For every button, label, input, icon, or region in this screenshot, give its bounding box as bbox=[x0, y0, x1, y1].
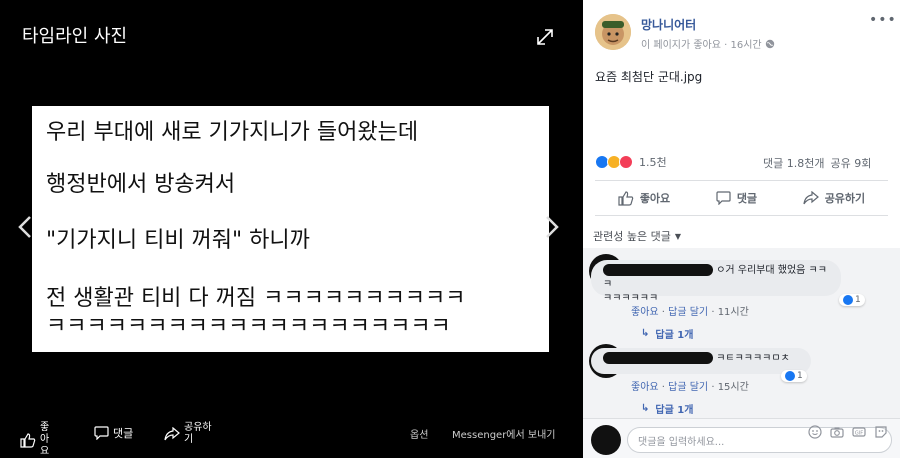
more-options-icon[interactable]: ••• bbox=[869, 12, 897, 28]
comment-icon bbox=[716, 191, 731, 205]
comment-reaction-count: 1 bbox=[855, 295, 861, 305]
chevron-right-icon[interactable] bbox=[545, 215, 559, 239]
replies-count: 답글 1개 bbox=[655, 330, 694, 341]
reaction-summary[interactable]: 1.5천 bbox=[595, 154, 667, 170]
page-avatar[interactable] bbox=[595, 14, 631, 50]
expand-icon[interactable] bbox=[535, 27, 555, 47]
reaction-count: 1.5천 bbox=[639, 156, 667, 169]
comment-button[interactable]: 댓글 bbox=[716, 190, 757, 206]
comment-text: ㅋㅌㅋㅋㅋㅋㅁㅊ bbox=[716, 353, 790, 364]
engagement-counts: 댓글 1.8천개 공유 9회 bbox=[763, 155, 871, 171]
reply-arrow-icon: ↳ bbox=[641, 403, 650, 414]
comment-count-link[interactable]: 댓글 1.8천개 bbox=[763, 155, 824, 171]
photo-text-line: "기가지니 티비 꺼줘" 하니까 bbox=[46, 228, 310, 253]
photo-text-line: ㅋㅋㅋㅋㅋㅋㅋㅋㅋㅋㅋㅋㅋㅋㅋㅋㅋㅋㅋㅋ bbox=[46, 314, 451, 339]
comment-bubble: ㅋㅌㅋㅋㅋㅋㅁㅊ bbox=[591, 348, 811, 374]
caret-down-icon: ▼ bbox=[674, 231, 681, 241]
comment-input-tools: GIF bbox=[808, 425, 888, 439]
comment-reaction-count: 1 bbox=[797, 371, 803, 381]
options-link[interactable]: 옵션 bbox=[410, 426, 428, 441]
page-name-link[interactable]: 망나니어터 bbox=[641, 16, 696, 33]
redacted-name bbox=[603, 352, 713, 364]
comment-reply-link[interactable]: 답글 달기 bbox=[668, 307, 708, 318]
viewer-share-button[interactable]: 공유하기 bbox=[164, 422, 220, 446]
like-reaction-icon bbox=[785, 371, 795, 381]
comment-reaction-badge[interactable]: 1 bbox=[781, 370, 807, 382]
avatar-illustration-icon bbox=[595, 14, 631, 50]
comment-bubble: ㅇ거 우리부대 했었음 ㅋㅋㅋ ㅋㅋㅋㅋㅋㅋ bbox=[591, 260, 841, 304]
post-action-bar: 좋아요 댓글 공유하기 bbox=[595, 180, 888, 216]
viewer-action-bar: 좋아요 댓글 공유하기 옵션 Messenger에서 보내기 bbox=[0, 410, 583, 458]
redacted-name bbox=[603, 264, 713, 276]
share-button-label: 공유하기 bbox=[824, 192, 866, 205]
photo-viewer: 타임라인 사진 우리 부대에 새로 기가지니가 들어왔는데 행정반에서 방송켜서… bbox=[0, 0, 583, 458]
thumbs-up-icon bbox=[20, 433, 36, 448]
post-text: 요즘 최첨단 군대.jpg bbox=[595, 70, 703, 84]
viewer-share-label: 공유하기 bbox=[184, 422, 212, 445]
post-meta: 이 페이지가 좋아요 · 16시간 bbox=[641, 36, 775, 51]
chevron-left-icon[interactable] bbox=[18, 215, 32, 239]
photo-text-line: 우리 부대에 새로 기가지니가 들어왔는데 bbox=[46, 120, 419, 145]
photo-text-line: 전 생활관 티비 다 꺼짐 ㅋㅋㅋㅋㅋㅋㅋㅋㅋㅋ bbox=[46, 286, 466, 311]
comment-meta: 좋아요 · 답글 달기 · 15시간 bbox=[631, 382, 749, 393]
comments-list: ㅇ거 우리부대 했었음 ㅋㅋㅋ ㅋㅋㅋㅋㅋㅋ 1 좋아요 · 답글 달기 · 1… bbox=[583, 248, 900, 418]
share-arrow-icon bbox=[164, 427, 180, 441]
camera-icon[interactable] bbox=[830, 425, 844, 439]
share-count-link[interactable]: 공유 9회 bbox=[830, 155, 871, 171]
like-reaction-icon bbox=[843, 295, 853, 305]
comment-time[interactable]: 15시간 bbox=[718, 382, 749, 393]
share-arrow-icon bbox=[803, 191, 819, 205]
comment-button-label: 댓글 bbox=[736, 192, 758, 205]
like-button[interactable]: 좋아요 bbox=[618, 190, 670, 206]
post-panel: 망나니어터 이 페이지가 좋아요 · 16시간 ••• 요즘 최첨단 군대.jp… bbox=[583, 0, 900, 458]
thumbs-up-icon bbox=[618, 191, 634, 206]
viewer-comment-button[interactable]: 댓글 bbox=[94, 425, 133, 441]
photo-text-line: 행정반에서 방송켜서 bbox=[46, 172, 236, 197]
view-replies-link[interactable]: ↳ 답글 1개 bbox=[641, 401, 693, 416]
timeline-photo[interactable]: 우리 부대에 새로 기가지니가 들어왔는데 행정반에서 방송켜서 "기가지니 티… bbox=[32, 106, 549, 352]
gif-icon[interactable]: GIF bbox=[852, 425, 866, 439]
svg-text:GIF: GIF bbox=[855, 430, 863, 436]
sticker-icon[interactable] bbox=[874, 425, 888, 439]
comment-like-link[interactable]: 좋아요 bbox=[631, 307, 659, 318]
love-reaction-icon bbox=[619, 155, 633, 169]
view-replies-link[interactable]: ↳ 답글 1개 bbox=[641, 326, 693, 341]
replies-count: 답글 1개 bbox=[655, 405, 694, 416]
viewer-like-label: 좋아요 bbox=[40, 422, 50, 457]
send-in-messenger-link[interactable]: Messenger에서 보내기 bbox=[452, 426, 555, 441]
viewer-title: 타임라인 사진 bbox=[22, 26, 128, 47]
share-button[interactable]: 공유하기 bbox=[803, 190, 865, 206]
comment-reaction-badge[interactable]: 1 bbox=[839, 294, 865, 306]
viewer-comment-label: 댓글 bbox=[113, 427, 134, 440]
viewer-like-button[interactable]: 좋아요 bbox=[20, 422, 54, 458]
comment-like-link[interactable]: 좋아요 bbox=[631, 382, 659, 393]
comment-meta: 좋아요 · 답글 달기 · 11시간 bbox=[631, 307, 749, 318]
current-user-avatar bbox=[591, 425, 621, 455]
emoji-icon[interactable] bbox=[808, 425, 822, 439]
write-comment-bar: 댓글을 입력하세요... GIF bbox=[583, 418, 900, 458]
comment-reply-link[interactable]: 답글 달기 bbox=[668, 382, 708, 393]
comment-time[interactable]: 11시간 bbox=[718, 307, 749, 318]
reply-arrow-icon: ↳ bbox=[641, 328, 650, 339]
comment-sort-label: 관련성 높은 댓글 bbox=[593, 230, 671, 243]
comment-icon bbox=[94, 426, 109, 440]
globe-icon[interactable] bbox=[765, 39, 775, 49]
like-button-label: 좋아요 bbox=[639, 192, 671, 205]
comment-sort-dropdown[interactable]: 관련성 높은 댓글 ▼ bbox=[593, 228, 681, 244]
post-meta-text: 이 페이지가 좋아요 · 16시간 bbox=[641, 40, 762, 51]
comment-input-placeholder: 댓글을 입력하세요... bbox=[638, 436, 725, 448]
